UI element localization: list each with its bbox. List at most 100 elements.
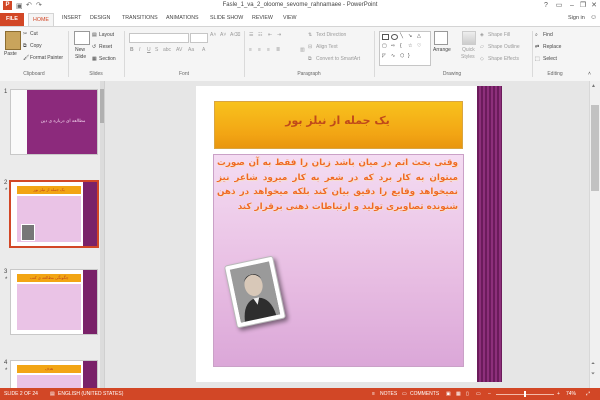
replace-icon[interactable]: ⇄ bbox=[535, 44, 539, 50]
shadow-icon[interactable]: S bbox=[155, 47, 158, 53]
notes-button[interactable]: NOTES bbox=[380, 391, 397, 397]
columns-icon[interactable]: ▥ bbox=[300, 47, 305, 53]
arrange-icon[interactable] bbox=[434, 31, 448, 45]
thumbnail-scroll-thumb[interactable] bbox=[100, 89, 104, 123]
section-icon[interactable]: ▦ bbox=[92, 56, 97, 62]
brace-shape-icon[interactable]: } bbox=[408, 53, 410, 59]
font-name-combo[interactable] bbox=[129, 33, 189, 43]
comments-icon[interactable]: ▭ bbox=[402, 391, 407, 397]
decrease-indent-icon[interactable]: ⇤ bbox=[268, 32, 272, 38]
collapse-ribbon-icon[interactable]: ˄ bbox=[588, 71, 591, 77]
strikethrough-icon[interactable]: abc bbox=[163, 47, 171, 53]
notes-icon[interactable]: ≡ bbox=[372, 391, 375, 397]
shape-effects-button[interactable]: Shape Effects bbox=[488, 56, 519, 62]
select-icon[interactable]: ⬚ bbox=[535, 56, 540, 62]
rectangle-shape-icon[interactable] bbox=[382, 34, 389, 40]
sign-in-link[interactable]: Sign in bbox=[568, 15, 585, 21]
spellcheck-icon[interactable]: ▤ bbox=[50, 391, 55, 397]
slide-scrollbar[interactable]: ▲ ⏶ ⏷ bbox=[589, 81, 600, 388]
prev-slide-icon[interactable]: ⏶ bbox=[591, 361, 595, 367]
paste-button[interactable]: Paste bbox=[4, 51, 17, 57]
format-painter-button[interactable]: Format Painter bbox=[30, 55, 63, 61]
font-size-combo[interactable] bbox=[190, 33, 208, 43]
slide-sorter-icon[interactable]: ▦ bbox=[456, 391, 461, 397]
copy-button[interactable]: Copy bbox=[30, 43, 42, 49]
text-direction-button[interactable]: Text Direction bbox=[316, 32, 346, 38]
italic-icon[interactable]: I bbox=[139, 47, 140, 53]
tab-review[interactable]: REVIEW bbox=[252, 15, 273, 21]
thumbnail-slide-4[interactable]: هدف bbox=[10, 360, 98, 389]
tab-slide-show[interactable]: SLIDE SHOW bbox=[210, 15, 243, 21]
thumbnail-slide-1[interactable]: مطالعه ای درباره ی دین bbox=[10, 89, 98, 155]
paste-icon[interactable] bbox=[5, 31, 21, 50]
thumbnail-slide-3[interactable]: چگونگی مطالعه ی کتب bbox=[10, 269, 98, 335]
shape-effects-icon[interactable]: ◇ bbox=[480, 56, 484, 62]
triangle-shape-icon[interactable]: △ bbox=[417, 33, 421, 39]
tab-insert[interactable]: INSERT bbox=[62, 15, 81, 21]
slideshow-view-icon[interactable]: ▭ bbox=[476, 391, 481, 397]
text-direction-icon[interactable]: ⇅ bbox=[308, 32, 312, 38]
increase-indent-icon[interactable]: ⇥ bbox=[277, 32, 281, 38]
new-slide-button-line2[interactable]: Slide bbox=[75, 54, 86, 60]
reading-view-icon[interactable]: ▯ bbox=[466, 391, 469, 397]
normal-view-icon[interactable]: ▣ bbox=[446, 391, 451, 397]
shape-outline-icon[interactable]: ▱ bbox=[480, 44, 484, 50]
underline-icon[interactable]: U bbox=[147, 47, 151, 53]
comments-button[interactable]: COMMENTS bbox=[410, 391, 439, 397]
clear-format-icon[interactable]: A⌫ bbox=[230, 32, 240, 38]
slide-thumbnail-pane[interactable]: 1 مطالعه ای درباره ی دین 2 * یک جمله از … bbox=[0, 81, 105, 389]
align-left-icon[interactable]: ≡ bbox=[249, 47, 252, 53]
quick-styles-line2[interactable]: Styles bbox=[461, 54, 475, 60]
thumbnail-scrollbar[interactable] bbox=[100, 81, 104, 388]
justify-icon[interactable]: ≣ bbox=[276, 47, 280, 53]
slide-body-text[interactable]: وقتی بحث اتم در میان باشد زبان را فقط به… bbox=[217, 156, 458, 214]
oval-shape-icon[interactable] bbox=[391, 34, 398, 40]
zoom-out-icon[interactable]: – bbox=[488, 391, 491, 397]
section-button[interactable]: Section bbox=[99, 56, 116, 62]
scroll-thumb[interactable] bbox=[591, 105, 599, 191]
layout-icon[interactable]: ▤ bbox=[92, 32, 97, 38]
cut-button[interactable]: Cut bbox=[30, 31, 38, 37]
new-slide-icon[interactable] bbox=[74, 31, 90, 45]
arrange-button[interactable]: Arrange bbox=[433, 47, 451, 53]
find-icon[interactable]: ⌕ bbox=[535, 32, 538, 38]
layout-button[interactable]: Layout bbox=[99, 32, 114, 38]
next-slide-icon[interactable]: ⏷ bbox=[591, 371, 595, 377]
tab-home[interactable]: HOME bbox=[28, 13, 54, 27]
new-slide-button-line1[interactable]: New bbox=[75, 47, 85, 53]
bullets-icon[interactable]: ☰ bbox=[249, 32, 253, 38]
change-case-icon[interactable]: Aa bbox=[188, 47, 194, 53]
align-right-icon[interactable]: ≡ bbox=[267, 47, 270, 53]
align-center-icon[interactable]: ≡ bbox=[258, 47, 261, 53]
numbering-icon[interactable]: ☷ bbox=[258, 32, 262, 38]
line-shape-icon[interactable]: ╲ bbox=[400, 33, 403, 39]
tab-design[interactable]: DESIGN bbox=[90, 15, 110, 21]
reset-button[interactable]: Reset bbox=[99, 44, 112, 50]
grow-font-icon[interactable]: A˄ bbox=[210, 32, 216, 38]
help-button[interactable]: ? bbox=[540, 1, 552, 11]
font-color-icon[interactable]: A bbox=[202, 47, 205, 53]
thumbnail-slide-2[interactable]: یک جمله از نیلز بور bbox=[9, 180, 99, 248]
find-button[interactable]: Find bbox=[543, 32, 553, 38]
reset-icon[interactable]: ↺ bbox=[92, 44, 96, 50]
bold-icon[interactable]: B bbox=[130, 47, 134, 53]
tab-transitions[interactable]: TRANSITIONS bbox=[122, 15, 158, 21]
quick-styles-line1[interactable]: Quick bbox=[462, 47, 475, 53]
zoom-in-icon[interactable]: + bbox=[557, 391, 560, 397]
shrink-font-icon[interactable]: A˅ bbox=[220, 32, 226, 38]
shapes-gallery[interactable]: ╲ ↘ △ ▢ ⇨ { ☆ ♡ ◸ ∿ ⬡ } bbox=[379, 31, 431, 66]
zoom-level[interactable]: 74% bbox=[566, 391, 576, 397]
cut-icon[interactable]: ✂ bbox=[23, 31, 27, 37]
fit-slide-icon[interactable]: ⤢ bbox=[586, 391, 590, 397]
ribbon-display-icon[interactable]: ▭ bbox=[553, 1, 565, 11]
star-shape-icon[interactable]: ☆ bbox=[408, 43, 412, 49]
arrow-shape-icon[interactable]: ↘ bbox=[408, 33, 412, 39]
smartart-icon[interactable]: ⧉ bbox=[308, 56, 312, 62]
tab-animations[interactable]: ANIMATIONS bbox=[166, 15, 199, 21]
rounded-rect-shape-icon[interactable]: ▢ bbox=[382, 43, 387, 49]
align-text-button[interactable]: Align Text bbox=[316, 44, 338, 50]
curve-shape-icon[interactable]: ∿ bbox=[391, 53, 395, 59]
copy-icon[interactable]: ⧉ bbox=[23, 43, 27, 49]
language-indicator[interactable]: ENGLISH (UNITED STATES) bbox=[58, 391, 123, 397]
shape-fill-button[interactable]: Shape Fill bbox=[488, 32, 510, 38]
